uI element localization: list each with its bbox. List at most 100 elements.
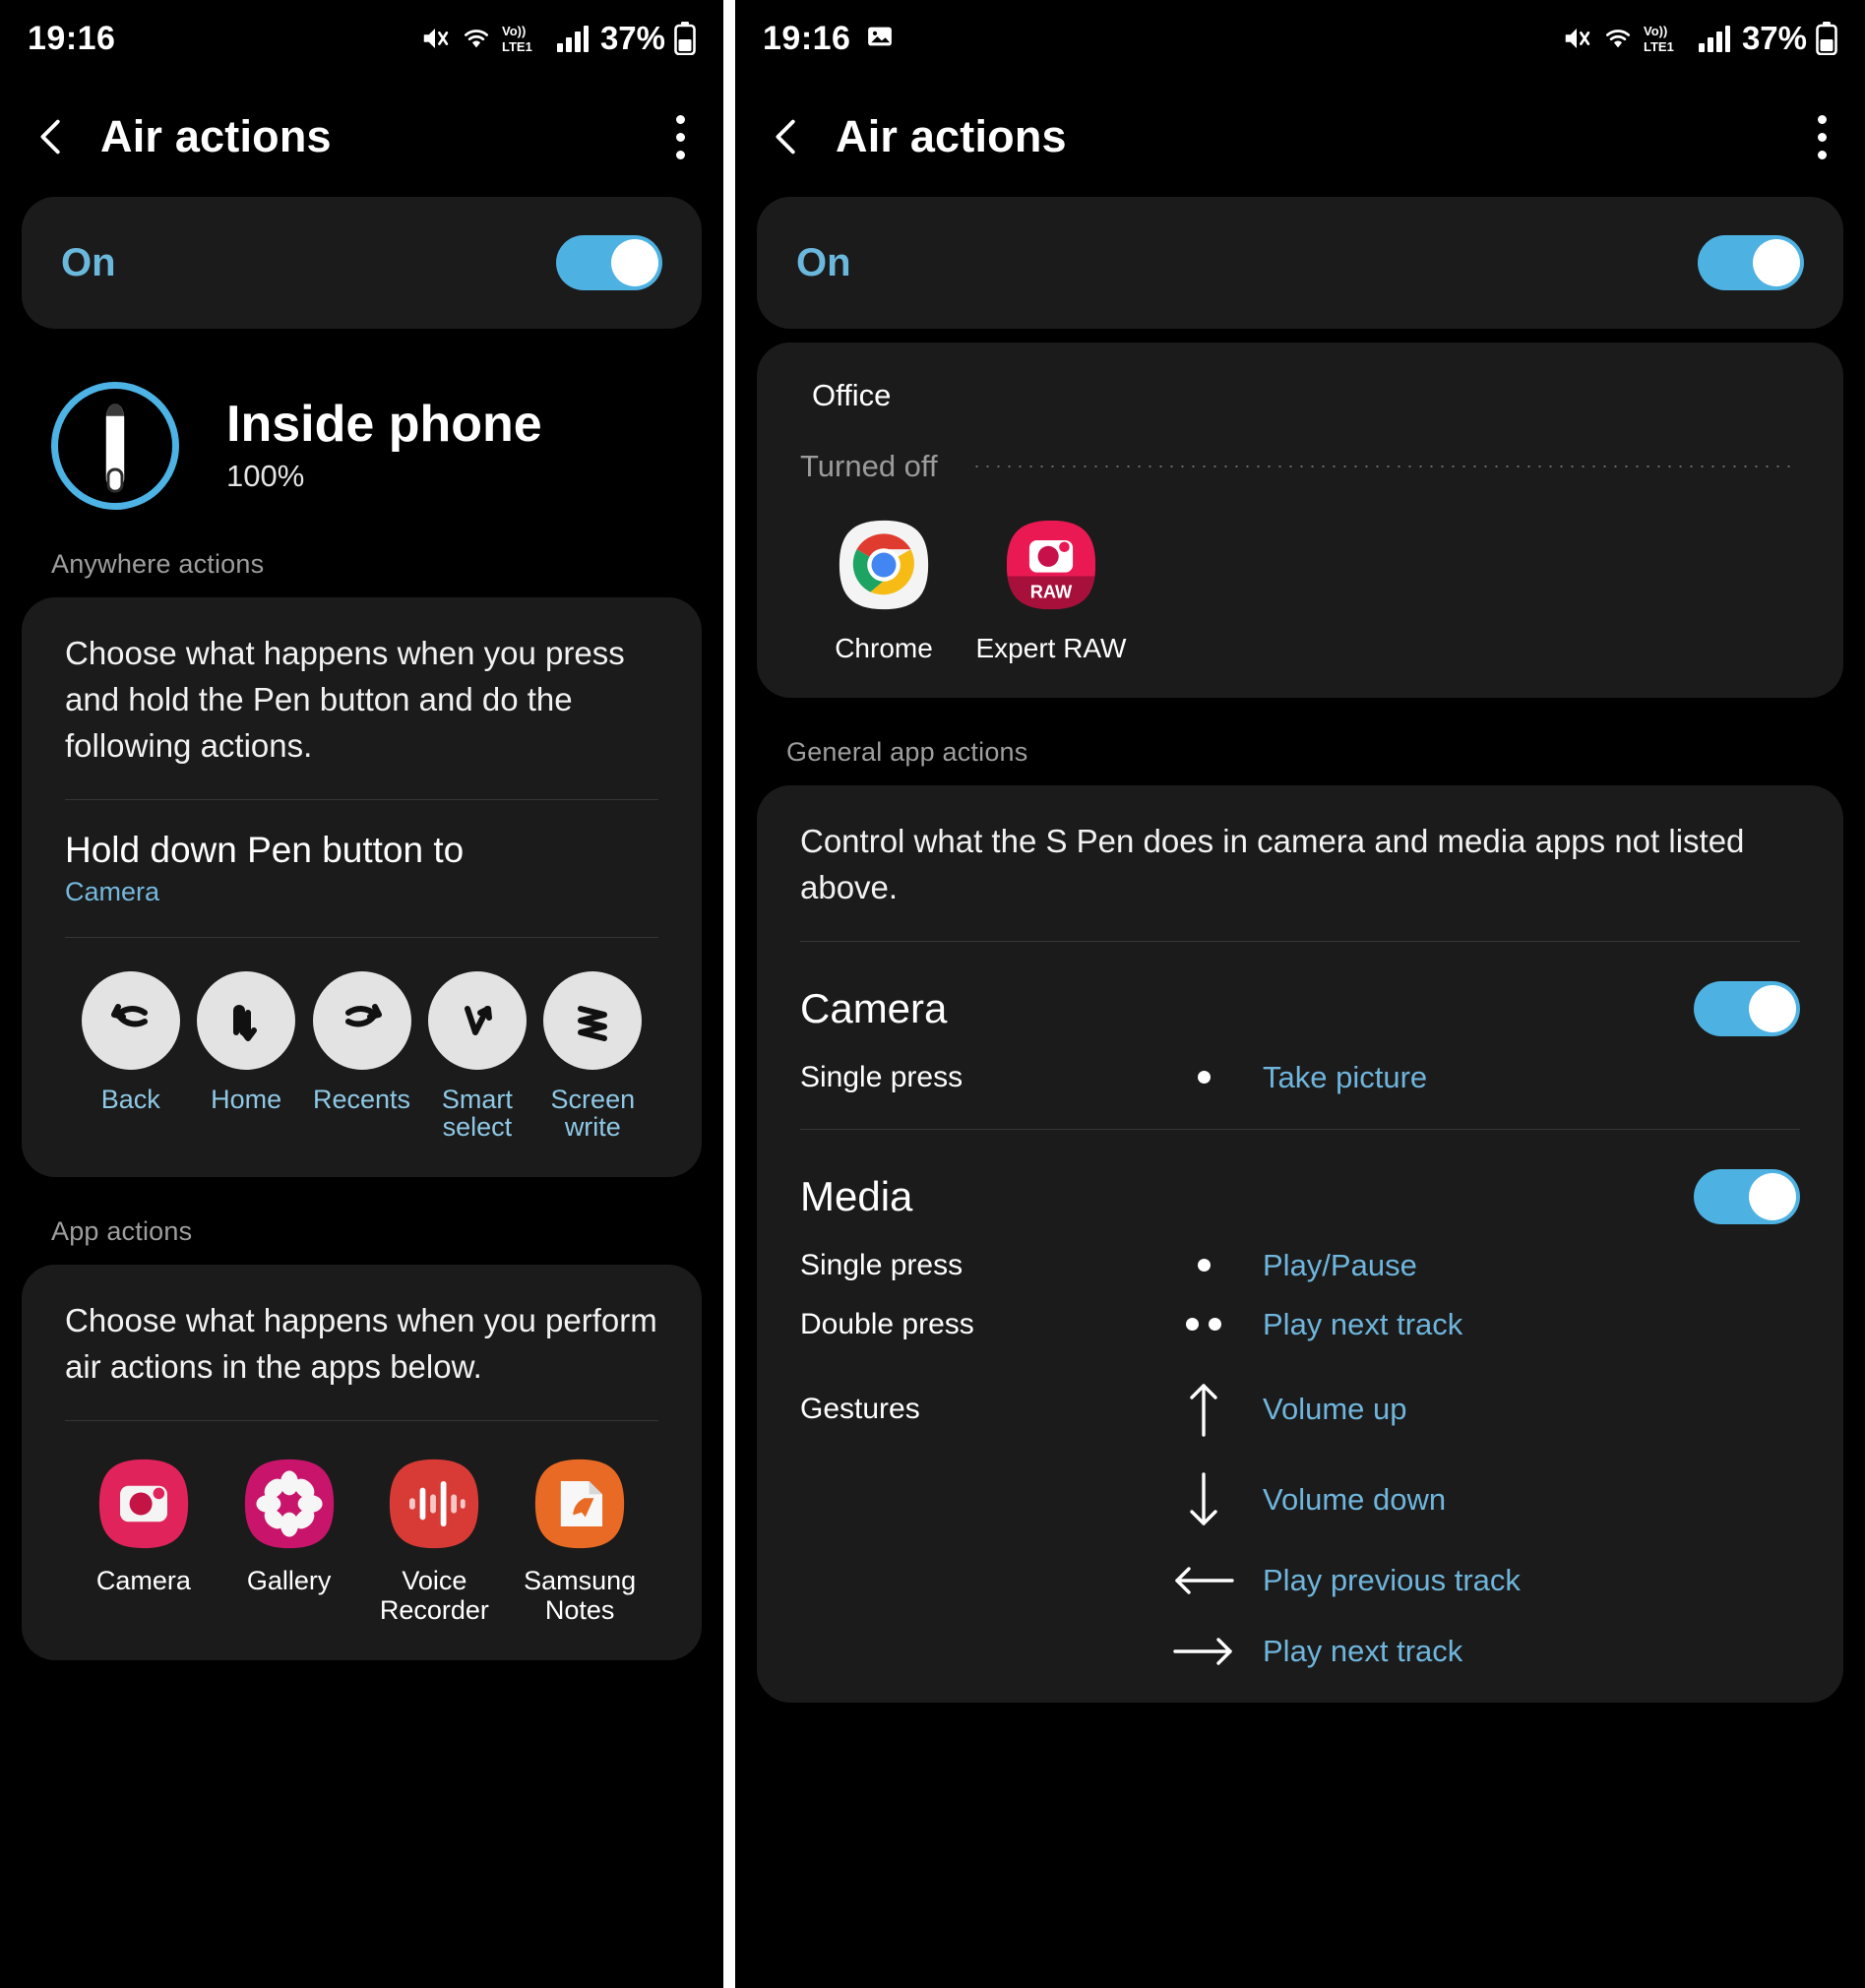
app-bar: Air actions <box>735 77 1865 197</box>
anywhere-actions-label: Anywhere actions <box>51 549 265 579</box>
action-value: Volume up <box>1263 1391 1407 1426</box>
action-label: Single press <box>800 1248 964 1281</box>
hold-pen-setting-value: Camera <box>65 876 160 906</box>
svg-text:RAW: RAW <box>1030 582 1073 602</box>
media-action-row[interactable]: Gestures Volume up <box>800 1342 1800 1441</box>
master-switch-toggle[interactable] <box>1698 235 1804 290</box>
wifi-icon <box>460 24 493 53</box>
more-vertical-icon[interactable] <box>1817 114 1835 159</box>
app-item-voice-recorder[interactable]: Voice Recorder <box>362 1457 508 1625</box>
turned-off-label: Turned off <box>800 449 938 483</box>
app-item-gallery[interactable]: Gallery <box>217 1457 362 1625</box>
office-group-card: Office Turned off Chrome RAW Expert RAW <box>757 342 1843 698</box>
action-value: Play previous track <box>1263 1562 1521 1597</box>
media-action-row[interactable]: Play next track <box>800 1602 1800 1673</box>
master-switch-card[interactable]: On <box>22 197 702 329</box>
svg-text:Vo)): Vo)) <box>1644 24 1667 38</box>
back-chevron-icon[interactable] <box>30 114 75 159</box>
gesture-item-recents[interactable]: Recents <box>304 970 419 1143</box>
group-name: Office <box>812 378 892 412</box>
camera-toggle[interactable] <box>1694 980 1800 1036</box>
action-label: Gestures <box>800 1392 920 1425</box>
dotted-divider <box>970 466 1798 467</box>
samsung-notes-app-icon <box>532 1457 627 1551</box>
camera-app-icon <box>96 1457 191 1551</box>
gesture-item-screen-write[interactable]: Screen write <box>535 970 651 1143</box>
mute-icon <box>1561 24 1592 53</box>
turned-off-app-list: Chrome RAW Expert RAW <box>757 484 1843 698</box>
status-time: 19:16 <box>763 19 851 57</box>
dual-screenshot: 19:16 Vo)) LTE1 37% Air actions On Insid… <box>0 0 1865 1988</box>
svg-text:LTE1: LTE1 <box>502 39 532 54</box>
back-chevron-icon[interactable] <box>765 114 810 159</box>
action-label: Single press <box>800 1060 964 1093</box>
gesture-item-home[interactable]: Home <box>188 970 303 1143</box>
media-toggle[interactable] <box>1694 1168 1800 1224</box>
gesture-item-smart-select[interactable]: Smart select <box>419 970 534 1143</box>
anywhere-actions-description: Choose what happens when you press and h… <box>65 635 625 764</box>
media-action-row[interactable]: Single press Play/Pause <box>800 1224 1800 1283</box>
anywhere-actions-card: Choose what happens when you press and h… <box>22 597 702 1178</box>
right-phone-screen: 19:16 Vo)) LTE1 37% Air actions On Offic… <box>735 0 1865 1988</box>
app-item-camera[interactable]: Camera <box>71 1457 217 1625</box>
action-value: Play next track <box>1263 1633 1463 1668</box>
general-app-actions-card: Control what the S Pen does in camera an… <box>757 785 1843 1703</box>
arrow-left-icon <box>1145 1559 1263 1602</box>
arrow-down-icon <box>1145 1468 1263 1531</box>
volte-icon: Vo)) LTE1 <box>502 23 547 54</box>
gesture-label: Screen write <box>550 1084 636 1143</box>
turned-off-header: Turned off <box>757 413 1843 484</box>
pen-status: Inside phone 100% <box>0 329 723 510</box>
single-dot-icon <box>1145 1259 1263 1273</box>
page-title: Air actions <box>100 111 332 161</box>
status-bar: 19:16 Vo)) LTE1 37% <box>735 0 1865 77</box>
battery-percent: 37% <box>1741 20 1807 56</box>
master-switch-toggle[interactable] <box>556 235 662 290</box>
pen-status-title: Inside phone <box>226 395 542 453</box>
gesture-home-icon <box>197 970 296 1070</box>
panel-divider <box>723 0 735 1988</box>
svg-text:LTE1: LTE1 <box>1644 39 1674 54</box>
general-item-title: Camera <box>800 984 948 1031</box>
wifi-icon <box>1601 24 1635 53</box>
s-pen-icon <box>51 382 179 510</box>
app-item-expert-raw[interactable]: RAW Expert RAW <box>967 518 1135 664</box>
app-label: Expert RAW <box>975 633 1127 663</box>
general-item-media[interactable]: Media <box>800 1130 1800 1224</box>
app-label: Camera <box>95 1566 191 1596</box>
battery-icon <box>674 22 696 55</box>
gesture-item-back[interactable]: Back <box>73 970 188 1143</box>
app-label: Voice Recorder <box>379 1566 489 1625</box>
app-list: Camera Gallery Voice Recorder Samsung No… <box>65 1421 658 1631</box>
general-app-actions-description: Control what the S Pen does in camera an… <box>800 823 1745 905</box>
app-item-samsung-notes[interactable]: Samsung Notes <box>507 1457 653 1625</box>
hold-pen-setting[interactable]: Hold down Pen button to Camera <box>65 800 658 907</box>
master-switch-label: On <box>61 240 116 284</box>
general-app-actions-label: General app actions <box>786 737 1028 767</box>
arrow-up-icon <box>1145 1378 1263 1441</box>
app-item-chrome[interactable]: Chrome <box>800 518 967 664</box>
signal-icon <box>556 24 590 53</box>
gesture-smart-select-icon <box>427 970 527 1070</box>
master-switch-card[interactable]: On <box>757 197 1843 329</box>
double-dot-icon <box>1145 1318 1263 1332</box>
pen-battery-level: 100% <box>226 459 305 494</box>
gallery-app-icon <box>242 1457 337 1551</box>
gesture-back-icon <box>81 970 180 1070</box>
more-vertical-icon[interactable] <box>675 114 694 159</box>
gesture-screen-write-icon <box>543 970 643 1070</box>
volte-icon: Vo)) LTE1 <box>1644 23 1689 54</box>
gesture-label: Back <box>100 1084 160 1114</box>
app-label: Samsung Notes <box>524 1566 637 1625</box>
screenshot-icon <box>864 22 896 56</box>
camera-action-row[interactable]: Single press Take picture <box>800 1036 1800 1095</box>
general-item-camera[interactable]: Camera <box>800 942 1800 1036</box>
app-actions-card: Choose what happens when you perform air… <box>22 1265 702 1661</box>
mute-icon <box>419 24 451 53</box>
status-time: 19:16 <box>28 19 116 57</box>
media-action-row[interactable]: Double press Play next track <box>800 1283 1800 1342</box>
media-action-row[interactable]: Play previous track <box>800 1531 1800 1602</box>
arrow-right-icon <box>1145 1630 1263 1673</box>
media-action-row[interactable]: Volume down <box>800 1441 1800 1531</box>
battery-icon <box>1816 22 1837 55</box>
